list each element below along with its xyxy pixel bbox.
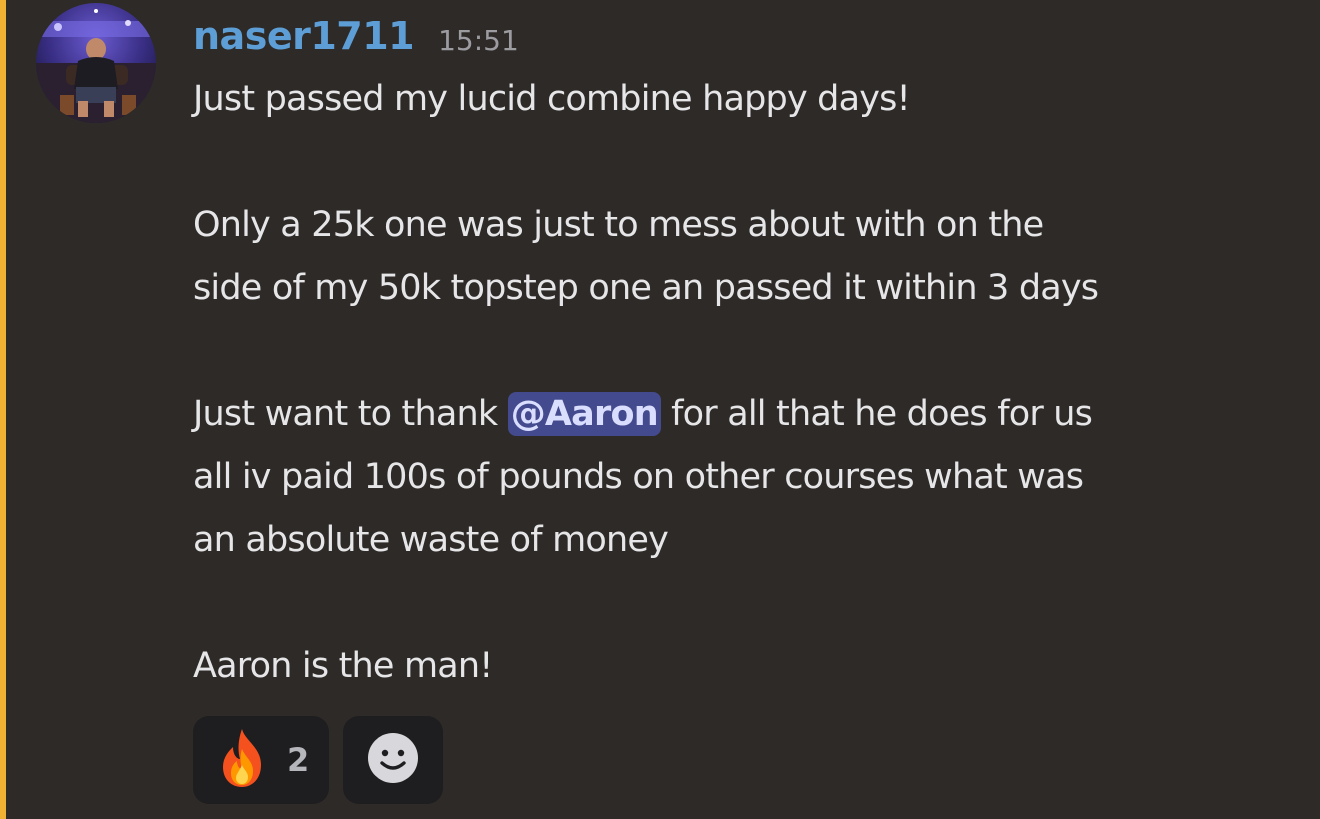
message-paragraph-4: Aaron is the man! xyxy=(193,635,1303,698)
avatar[interactable] xyxy=(36,3,156,123)
add-reaction-button[interactable] xyxy=(343,716,443,804)
message-text: Only a 25k one was just to mess about wi… xyxy=(193,205,1044,245)
message-paragraph-3: Just want to thank @Aaron for all that h… xyxy=(193,383,1303,572)
message-text: Just passed my lucid combine happy days! xyxy=(193,79,911,119)
message-text: all iv paid 100s of pounds on other cour… xyxy=(193,457,1084,497)
reaction-count: 2 xyxy=(287,741,310,779)
message-text: Just want to thank xyxy=(193,394,508,434)
chat-message: naser1711 15:51 Just passed my lucid com… xyxy=(0,0,1320,819)
user-mention[interactable]: @Aaron xyxy=(507,392,661,436)
smiley-face-icon xyxy=(367,732,419,788)
message-text: Aaron is the man! xyxy=(193,646,493,686)
reactions-bar: 2 xyxy=(193,716,443,804)
mention-highlight-bar xyxy=(0,0,6,819)
fire-icon xyxy=(215,727,269,793)
message-paragraph-1: Just passed my lucid combine happy days! xyxy=(193,68,1303,131)
message-text: side of my 50k topstep one an passed it … xyxy=(193,268,1099,308)
timestamp[interactable]: 15:51 xyxy=(438,24,519,57)
message-text: an absolute waste of money xyxy=(193,520,669,560)
message-paragraph-2: Only a 25k one was just to mess about wi… xyxy=(193,194,1303,320)
message-text: for all that he does for us xyxy=(660,394,1093,434)
avatar-image xyxy=(36,3,156,123)
reaction-fire[interactable]: 2 xyxy=(193,716,329,804)
message-header: naser1711 15:51 xyxy=(193,8,519,64)
message-content: Just passed my lucid combine happy days!… xyxy=(193,68,1303,698)
username[interactable]: naser1711 xyxy=(193,14,415,58)
